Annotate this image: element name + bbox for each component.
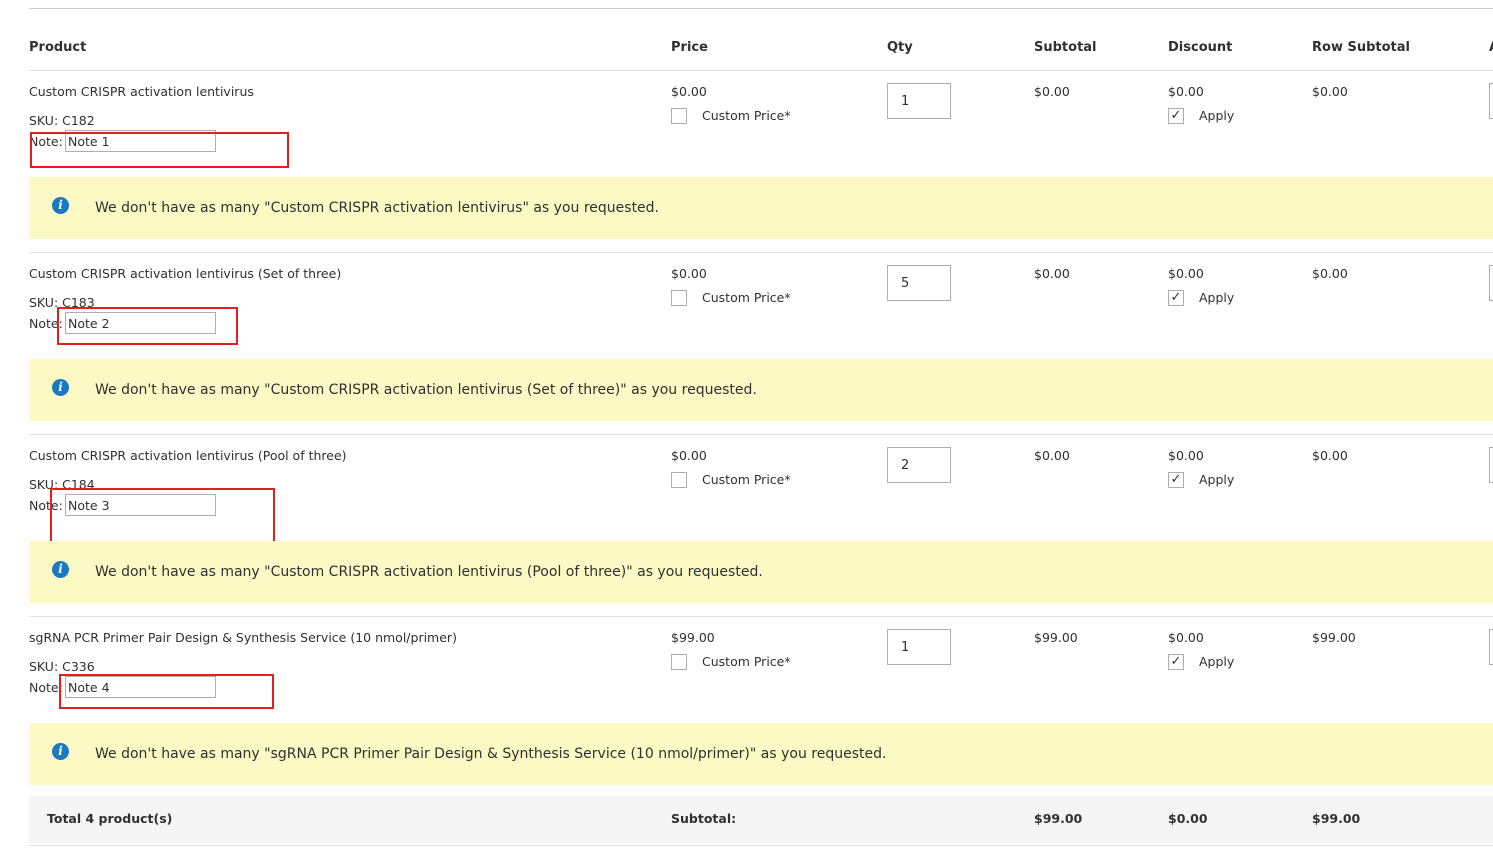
- qty-input[interactable]: [887, 629, 951, 665]
- action-select[interactable]: [1489, 83, 1493, 119]
- item-subtotal: $99.00: [1034, 630, 1078, 645]
- custom-price-checkbox[interactable]: [671, 472, 687, 488]
- info-icon: i: [52, 197, 69, 214]
- product-name: Custom CRISPR activation lentivirus (Poo…: [29, 448, 347, 463]
- total-row-subtotal: $99.00: [1312, 811, 1361, 826]
- row-divider: [29, 434, 1493, 435]
- checkmark-icon: ✓: [1170, 290, 1182, 305]
- row-divider: [29, 252, 1493, 253]
- product-name: Custom CRISPR activation lentivirus (Set…: [29, 266, 342, 281]
- product-name: sgRNA PCR Primer Pair Design & Synthesis…: [29, 630, 457, 645]
- column-header-row-subtotal: Row Subtotal: [1312, 40, 1410, 55]
- stock-notice-text: We don't have as many "Custom CRISPR act…: [95, 382, 757, 398]
- highlight-annotation: [59, 674, 274, 709]
- header-divider: [29, 70, 1493, 71]
- item-price: $0.00: [671, 84, 707, 99]
- column-header-price: Price: [671, 40, 708, 55]
- apply-discount-checkbox[interactable]: ✓: [1168, 654, 1184, 670]
- info-icon: i: [52, 743, 69, 760]
- item-subtotal: $0.00: [1034, 84, 1070, 99]
- checkmark-icon: ✓: [1170, 472, 1182, 487]
- item-discount: $0.00: [1168, 630, 1204, 645]
- product-sku: SKU: C336: [29, 659, 95, 674]
- custom-price-label: Custom Price*: [702, 290, 791, 305]
- stock-notice: i We don't have as many "Custom CRISPR a…: [29, 359, 1493, 421]
- custom-price-checkbox[interactable]: [671, 654, 687, 670]
- highlight-annotation: [57, 307, 238, 345]
- qty-input[interactable]: [887, 447, 951, 483]
- custom-price-label: Custom Price*: [702, 472, 791, 487]
- item-discount: $0.00: [1168, 266, 1204, 281]
- footer-divider: [29, 845, 1493, 846]
- column-header-action: A: [1489, 40, 1493, 55]
- totals-row: Total 4 product(s) Subtotal: $99.00 $0.0…: [29, 796, 1493, 844]
- column-header-qty: Qty: [887, 40, 913, 55]
- product-sku: SKU: C182: [29, 113, 95, 128]
- item-row-subtotal: $0.00: [1312, 448, 1348, 463]
- item-subtotal: $0.00: [1034, 448, 1070, 463]
- stock-notice: i We don't have as many "Custom CRISPR a…: [29, 177, 1493, 239]
- custom-price-checkbox[interactable]: [671, 108, 687, 124]
- stock-notice-text: We don't have as many "sgRNA PCR Primer …: [95, 746, 887, 762]
- stock-notice-text: We don't have as many "Custom CRISPR act…: [95, 564, 763, 580]
- highlight-annotation: [30, 132, 289, 168]
- row-divider: [29, 616, 1493, 617]
- action-select[interactable]: [1489, 265, 1493, 301]
- action-select[interactable]: [1489, 447, 1493, 483]
- subtotal-label: Subtotal:: [671, 811, 737, 826]
- item-discount: $0.00: [1168, 448, 1204, 463]
- item-row-subtotal: $99.00: [1312, 630, 1356, 645]
- apply-label: Apply: [1199, 654, 1235, 669]
- note-label: Note:: [29, 680, 63, 695]
- apply-label: Apply: [1199, 472, 1235, 487]
- item-row-subtotal: $0.00: [1312, 266, 1348, 281]
- info-icon: i: [52, 561, 69, 578]
- qty-input[interactable]: [887, 265, 951, 301]
- apply-label: Apply: [1199, 290, 1235, 305]
- qty-input[interactable]: [887, 83, 951, 119]
- total-discount: $0.00: [1168, 811, 1208, 826]
- action-select[interactable]: [1489, 629, 1493, 665]
- item-price: $0.00: [671, 266, 707, 281]
- column-header-subtotal: Subtotal: [1034, 40, 1097, 55]
- total-products: Total 4 product(s): [47, 811, 173, 826]
- item-subtotal: $0.00: [1034, 266, 1070, 281]
- apply-label: Apply: [1199, 108, 1235, 123]
- stock-notice-text: We don't have as many "Custom CRISPR act…: [95, 200, 660, 216]
- checkmark-icon: ✓: [1170, 108, 1182, 123]
- total-subtotal: $99.00: [1034, 811, 1083, 826]
- item-row-subtotal: $0.00: [1312, 84, 1348, 99]
- item-price: $99.00: [671, 630, 715, 645]
- custom-price-label: Custom Price*: [702, 108, 791, 123]
- top-divider: [29, 8, 1493, 9]
- custom-price-label: Custom Price*: [702, 654, 791, 669]
- column-header-discount: Discount: [1168, 40, 1233, 55]
- product-name: Custom CRISPR activation lentivirus: [29, 84, 254, 99]
- stock-notice: i We don't have as many "Custom CRISPR a…: [29, 541, 1493, 603]
- apply-discount-checkbox[interactable]: ✓: [1168, 290, 1184, 306]
- apply-discount-checkbox[interactable]: ✓: [1168, 472, 1184, 488]
- stock-notice: i We don't have as many "sgRNA PCR Prime…: [29, 723, 1493, 785]
- highlight-annotation: [50, 488, 275, 546]
- item-discount: $0.00: [1168, 84, 1204, 99]
- custom-price-checkbox[interactable]: [671, 290, 687, 306]
- column-header-product: Product: [29, 40, 87, 55]
- checkmark-icon: ✓: [1170, 654, 1182, 669]
- apply-discount-checkbox[interactable]: ✓: [1168, 108, 1184, 124]
- info-icon: i: [52, 379, 69, 396]
- item-price: $0.00: [671, 448, 707, 463]
